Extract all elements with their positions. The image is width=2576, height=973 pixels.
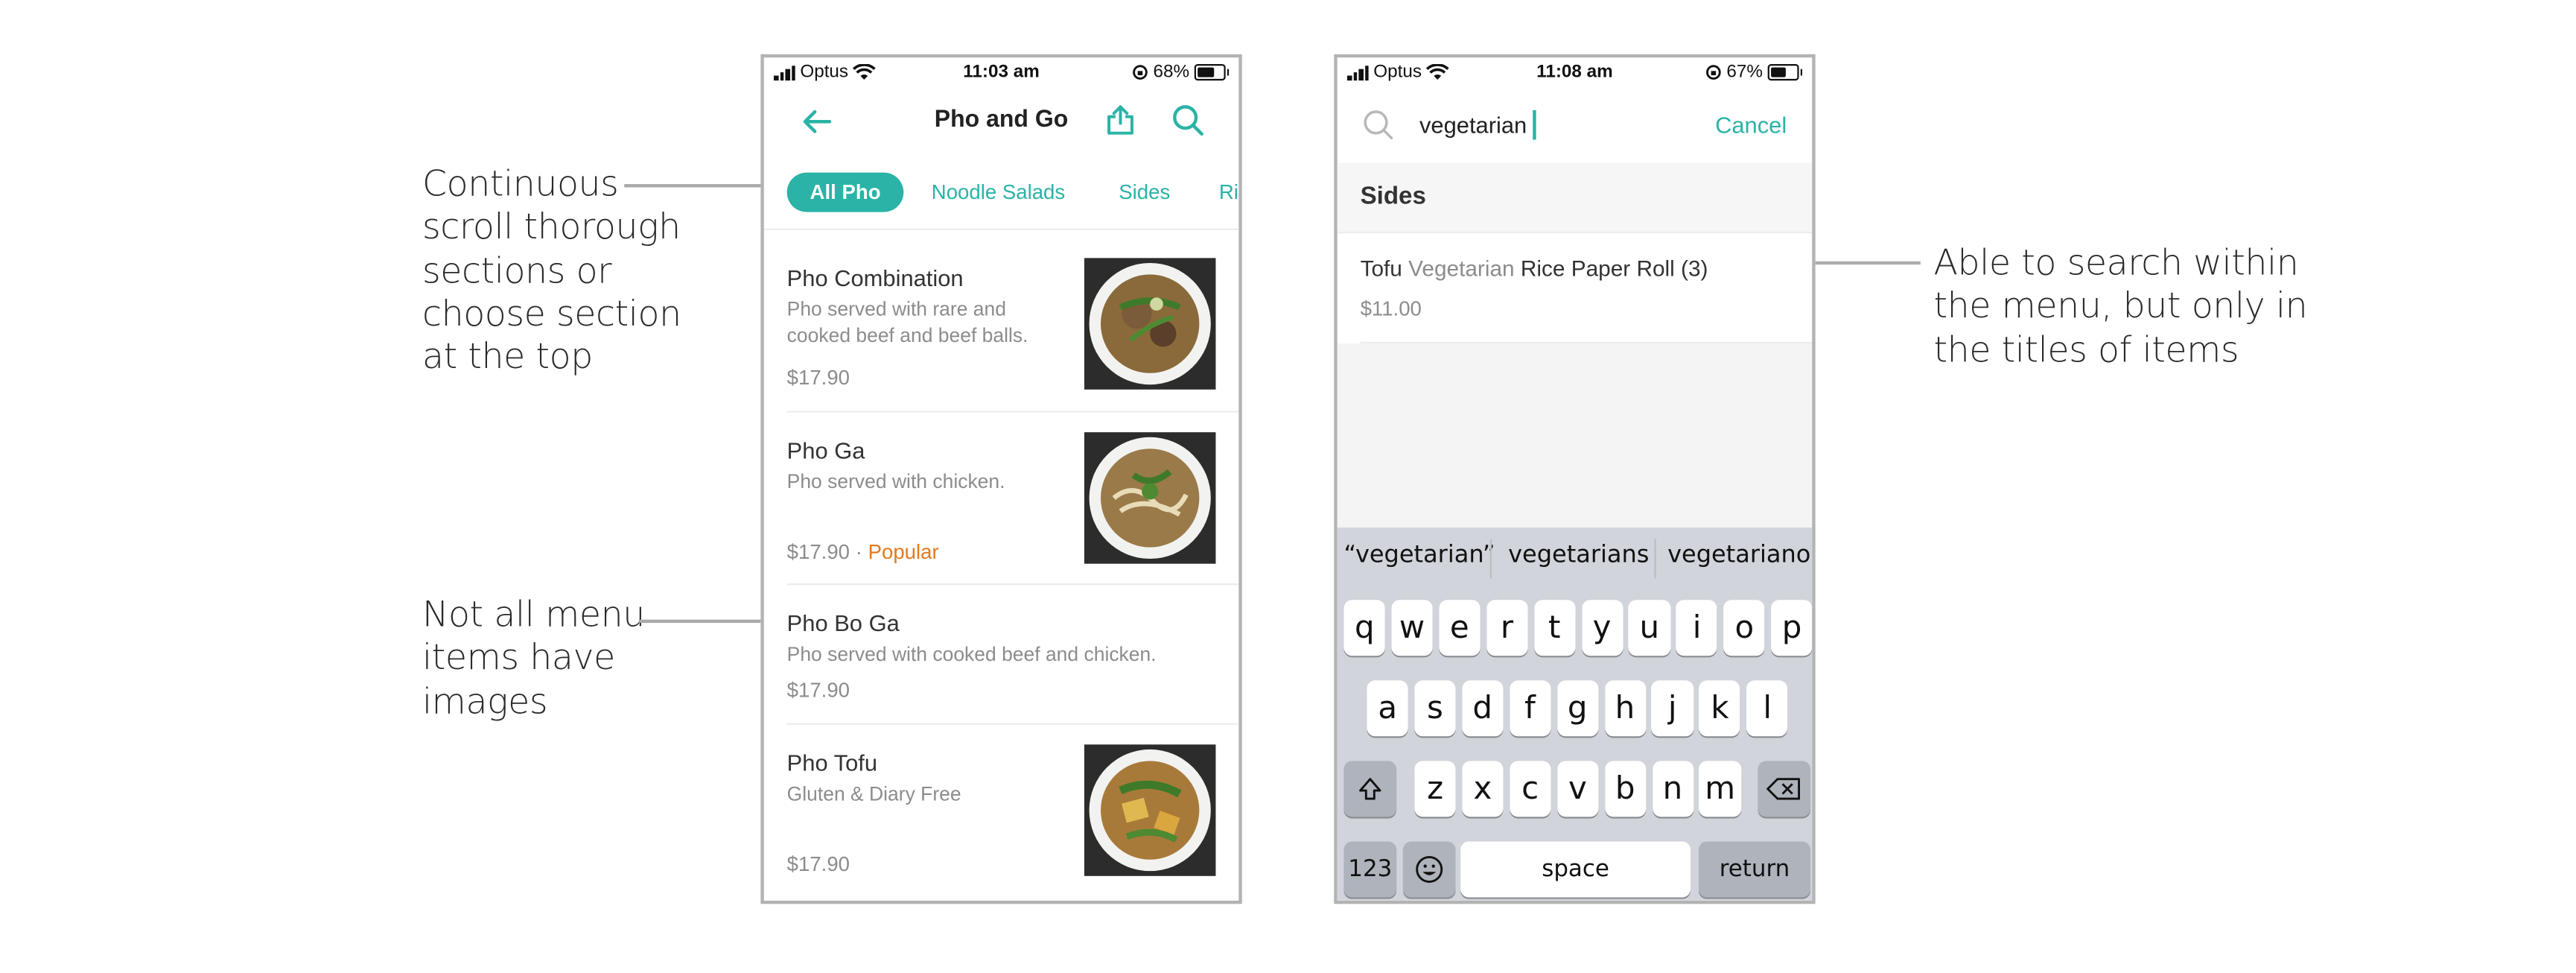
key-m[interactable]: m [1699,761,1741,817]
key-j[interactable]: j [1651,680,1694,737]
suggestion-3[interactable]: vegetariano [1667,542,1810,568]
cancel-button[interactable]: Cancel [1715,112,1787,138]
search-icon [1361,107,1397,143]
item-description: Gluten & Diary Free [786,782,961,805]
key-n[interactable]: n [1652,761,1694,817]
popular-badge: Popular [868,540,939,564]
orientation-lock-icon [1705,65,1721,80]
results-empty-area [1337,343,1813,528]
key-o[interactable]: o [1723,600,1766,656]
battery-icon [1194,64,1230,81]
item-price: $17.90 [786,679,850,702]
search-icon[interactable] [1168,101,1207,140]
annotation-sections: Continuous scroll thorough sections or c… [422,164,681,378]
divider [1337,232,1813,234]
result-price: $11.00 [1360,297,1422,321]
tab-sides[interactable]: Sides [1119,173,1170,212]
search-input[interactable] [1419,112,1666,139]
key-c[interactable]: c [1509,761,1551,817]
battery-percent: 67% [1726,62,1764,83]
divider [786,411,1239,413]
key-b[interactable]: b [1604,761,1646,817]
item-name: Pho Bo Ga [786,609,900,636]
key-k[interactable]: k [1699,680,1741,737]
divider [786,723,1239,725]
section-tabs: All Pho Noodle Salads Sides Ri [763,162,1239,230]
key-e[interactable]: e [1439,600,1481,656]
item-description: Pho served with chicken. [786,469,1005,493]
suggestion-separator [1654,539,1656,579]
text-caret [1533,110,1536,140]
key-h[interactable]: h [1604,680,1646,737]
tab-noodle-salads[interactable]: Noodle Salads [932,173,1065,212]
key-w[interactable]: w [1391,600,1433,656]
item-description: Pho served with rare and cooked beef and… [786,297,1028,347]
annotation-search: Able to search within the menu, but only… [1933,243,2308,371]
annotation-line-sections [624,184,780,188]
battery-icon [1767,64,1802,81]
key-r[interactable]: r [1486,600,1528,656]
orientation-lock-icon [1133,65,1148,80]
item-image [1084,744,1216,876]
key-u[interactable]: u [1629,600,1670,656]
result-title: Tofu Vegetarian Rice Paper Roll (3) [1360,256,1708,282]
key-a[interactable]: a [1367,680,1408,737]
shift-key[interactable] [1343,761,1397,817]
key-d[interactable]: d [1461,680,1504,737]
suggestion-1[interactable]: “vegetarian” [1344,542,1495,568]
key-x[interactable]: x [1462,761,1504,817]
item-name: Pho Combination [786,264,964,291]
key-q[interactable]: q [1343,600,1386,656]
share-icon[interactable] [1101,101,1140,140]
item-image [1084,432,1216,564]
item-description: Pho served with cooked beef and chicken. [786,642,1157,666]
key-y[interactable]: y [1581,600,1623,656]
search-screen: Optus 11:08 am 67% Cancel Sides Tofu Veg… [1334,54,1816,904]
section-header: Sides [1360,182,1426,211]
suggestion-2[interactable]: vegetarians [1508,542,1649,568]
divider [786,583,1239,586]
result-match: Vegetarian [1408,256,1515,282]
battery-percent: 68% [1153,62,1190,83]
item-price: $17.90 [786,366,850,390]
key-f[interactable]: f [1509,680,1551,737]
annotation-line-images [639,619,777,624]
item-name: Pho Tofu [786,749,878,776]
key-i[interactable]: i [1676,600,1718,656]
key-s[interactable]: s [1414,680,1456,737]
key-p[interactable]: p [1771,600,1813,656]
item-name: Pho Ga [786,437,865,464]
status-bar: Optus 11:08 am 67% [1338,57,1813,87]
menu-screen: Optus 11:03 am 68% Pho and Go All Pho No… [760,54,1242,904]
annotation-images: Not all menu items have images [422,595,645,723]
emoji-key[interactable] [1402,841,1456,898]
tab-all-pho[interactable]: All Pho [786,172,904,212]
key-g[interactable]: g [1556,680,1598,737]
canvas: Continuous scroll thorough sections or c… [0,0,2576,973]
suggestion-separator [1489,539,1492,579]
key-t[interactable]: t [1533,600,1576,656]
item-image [1084,258,1216,390]
delete-key[interactable] [1758,761,1811,817]
item-price: $17.90 · Popular [786,540,939,564]
tab-rice[interactable]: Ri [1219,173,1238,212]
item-price: $17.90 [786,852,850,876]
key-l[interactable]: l [1746,680,1788,737]
key-v[interactable]: v [1556,761,1599,817]
numbers-key[interactable]: 123 [1343,841,1397,898]
space-key[interactable]: space [1460,841,1691,898]
status-bar: Optus 11:03 am 68% [764,57,1239,87]
return-key[interactable]: return [1699,841,1811,898]
key-z[interactable]: z [1414,761,1456,817]
